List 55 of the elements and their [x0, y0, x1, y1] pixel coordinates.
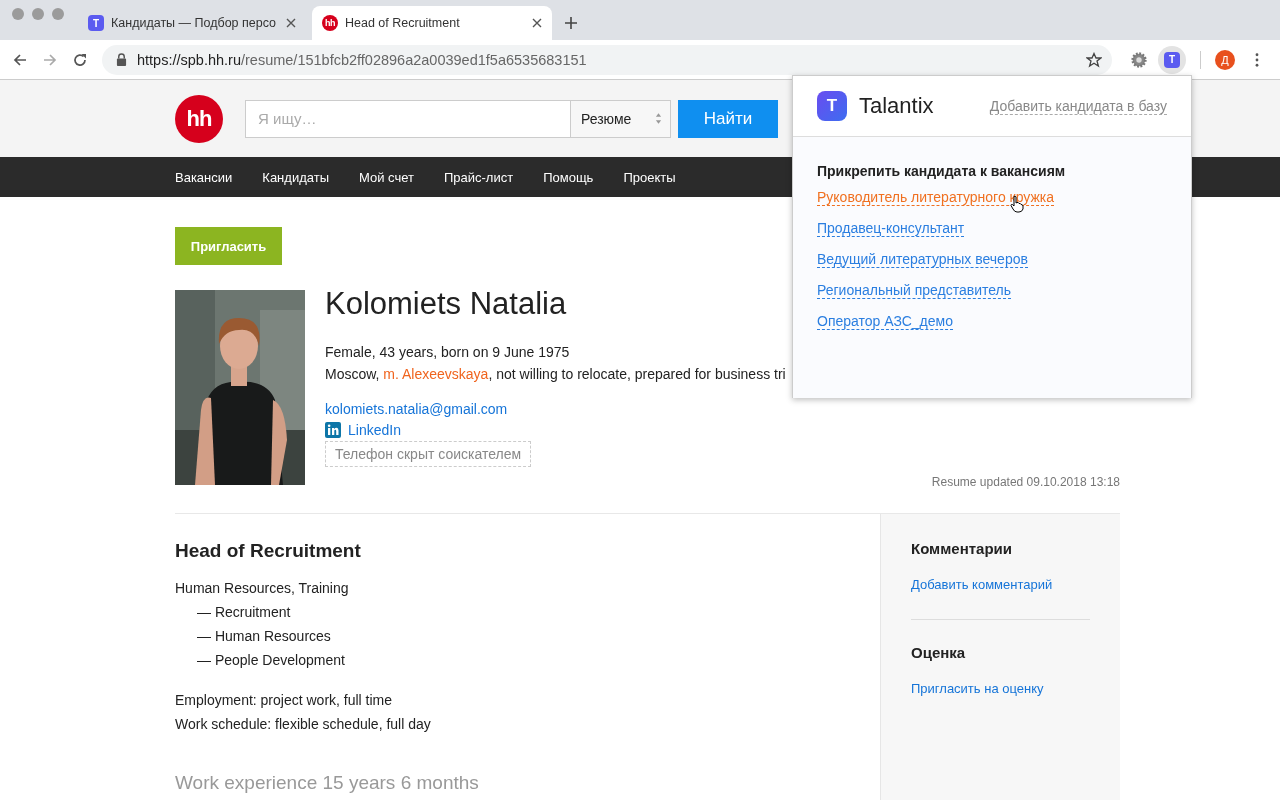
browser-tab[interactable]: hh Head of Recruitment [312, 6, 552, 40]
back-icon[interactable] [12, 51, 28, 68]
search-button[interactable]: Найти [678, 99, 778, 138]
address-bar[interactable]: https://spb.hh.ru/resume/151bfcb2ff02896a2a0039ed1f5a6535683151 [102, 44, 1112, 75]
employment-type: Employment: project work, full time [175, 692, 394, 708]
vacancy-link[interactable]: Ведущий литературных вечеров [817, 251, 1028, 268]
location-details: Moscow, m. Alexeevskaya, not willing to relocate, prepared for business tri [325, 366, 786, 382]
sidebar-heading: Оценка [911, 644, 967, 661]
work-experience-heading: Work experience 15 years 6 months [175, 772, 480, 794]
email-link[interactable]: kolomiets.natalia@gmail.com [325, 401, 508, 417]
extension-button[interactable]: T [1158, 45, 1186, 74]
nav-link[interactable]: Проекты [623, 169, 676, 185]
type-select[interactable]: Резюме [570, 99, 671, 138]
vacancy-link[interactable]: Региональный представитель [817, 282, 1012, 299]
tab-favicon: T [88, 15, 104, 31]
professional-field: Human Resources, Training [175, 580, 880, 596]
browser-tab[interactable]: T Кандидаты — Подбор персо [78, 6, 306, 40]
nav-link[interactable]: Вакансии [175, 169, 233, 185]
work-schedule: Work schedule: flexible schedule, full day [175, 716, 432, 732]
specialization: — People Development [196, 652, 346, 668]
brand-name: Talantix [859, 93, 935, 119]
new-tab-icon[interactable] [564, 16, 578, 30]
lock-icon [116, 53, 127, 66]
sidebar-link[interactable]: Добавить комментарий [911, 577, 1053, 592]
gear-icon[interactable] [1130, 50, 1148, 69]
resume-updated-date: Resume updated 09.10.2018 13:18 [930, 475, 1120, 489]
vacancy-link[interactable]: Продавец-консультант [817, 220, 965, 237]
nav-link[interactable]: Мой счет [359, 169, 414, 185]
personal-details: Female, 43 years, born on 9 June 1975 [325, 344, 570, 360]
vacancy-link[interactable]: Оператор АЗС_демо [817, 313, 953, 330]
profile-avatar[interactable]: Д [1215, 49, 1235, 70]
select-arrows-icon [655, 112, 662, 125]
reload-icon[interactable] [72, 51, 88, 68]
close-icon[interactable] [286, 18, 296, 28]
sidebar-link[interactable]: Пригласить на оценку [911, 681, 1044, 696]
nav-link[interactable]: Прайс-лист [443, 169, 514, 185]
nav-link[interactable]: Помощь [543, 169, 594, 185]
tab-favicon: hh [322, 15, 338, 31]
hidden-phone-notice: Телефон скрыт соискателем [325, 441, 532, 467]
candidate-name: Kolomiets Natalia [325, 286, 567, 322]
specialization: — Human Resources [196, 628, 332, 644]
sidebar-heading: Комментарии [911, 540, 1013, 557]
search-field[interactable]: Я ищу… [245, 99, 570, 138]
menu-icon[interactable] [1255, 52, 1259, 67]
position-title: Head of Recruitment [175, 540, 362, 562]
site-logo[interactable]: hh [175, 94, 223, 143]
nav-link[interactable]: Кандидаты [262, 169, 329, 185]
close-icon[interactable] [532, 18, 542, 28]
bookmark-star-icon[interactable] [1086, 51, 1102, 68]
popup-heading: Прикрепить кандидата к вакансиям [817, 163, 1067, 179]
linkedin-link[interactable]: LinkedIn [348, 422, 401, 438]
specialization: — Recruitment [196, 604, 292, 620]
talantix-logo-icon: T [817, 91, 847, 121]
add-candidate-link[interactable]: Добавить кандидата в базу [989, 97, 1167, 115]
linkedin-icon [325, 422, 341, 438]
